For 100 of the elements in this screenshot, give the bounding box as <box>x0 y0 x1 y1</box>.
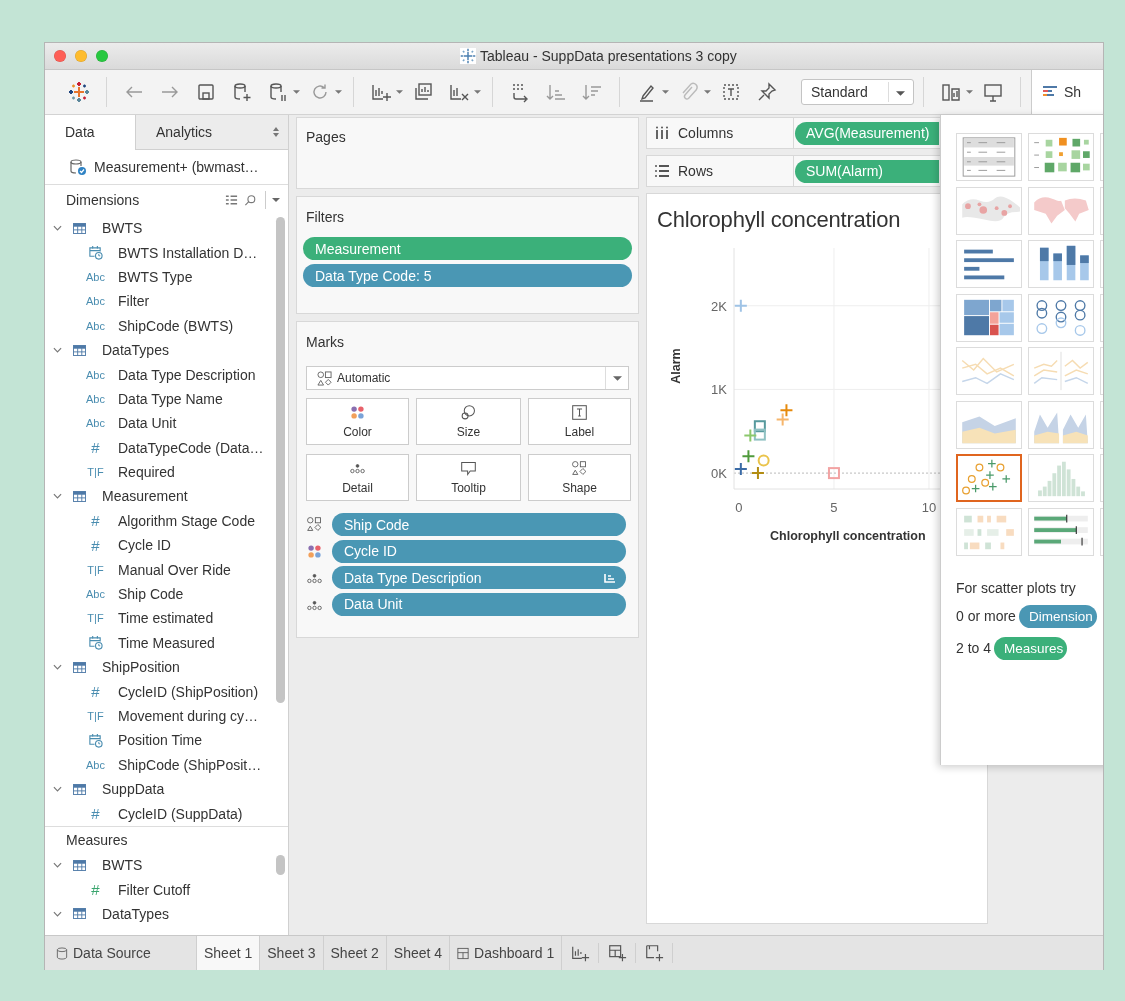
axis-title: Alarm <box>669 348 683 384</box>
dropdown-caret-icon[interactable] <box>335 89 342 95</box>
up-down-arrows-icon[interactable] <box>273 127 279 137</box>
dropdown-caret-icon[interactable] <box>272 197 280 203</box>
zoom-button[interactable] <box>96 50 108 62</box>
dropdown-caret-icon[interactable] <box>474 89 481 95</box>
axis-tick-label: 5 <box>830 500 838 515</box>
chart-type-thumbnail[interactable] <box>956 454 1022 502</box>
shelf-label: Rows <box>678 163 713 179</box>
field-name[interactable]: Position Time <box>118 732 203 749</box>
table-name[interactable]: BWTS <box>102 857 143 874</box>
show-me-tab[interactable]: Sh <box>1031 70 1103 114</box>
chevron-icon[interactable] <box>53 862 62 869</box>
calendar-clock-icon <box>88 245 103 261</box>
color-encoding-icon[interactable] <box>306 542 323 560</box>
field-name[interactable]: Data Type Name <box>118 390 223 407</box>
field-name[interactable]: Data Unit <box>118 415 177 432</box>
sheet-tab[interactable]: Sheet 1 <box>197 936 261 970</box>
caret-icon[interactable] <box>896 90 905 97</box>
table-name[interactable]: SuppData <box>102 781 165 798</box>
chevron-icon[interactable] <box>53 225 62 232</box>
bar-chart-icon[interactable] <box>1042 85 1058 99</box>
dropdown-caret-icon[interactable] <box>662 89 669 95</box>
data-source-name[interactable]: Measurement+ (bwmast… <box>94 159 259 175</box>
table-icon <box>73 661 86 673</box>
table-name[interactable]: ShipPosition <box>102 659 180 676</box>
field-name[interactable]: Time Measured <box>118 634 215 651</box>
sheet-tab[interactable]: Dashboard 1 <box>450 936 563 970</box>
detail-button[interactable]: Detail <box>306 454 409 501</box>
requirement-text: 2 to 4 <box>956 640 992 656</box>
list-view-icon[interactable] <box>225 194 238 206</box>
rows-icon <box>655 164 669 178</box>
field-name[interactable]: DataTypeCode (Data… <box>118 439 264 456</box>
field-name[interactable]: Filter <box>118 293 150 310</box>
field-name[interactable]: Cycle ID <box>118 537 171 554</box>
sheet-tab[interactable]: Sheet 3 <box>260 936 324 970</box>
scrollbar-thumb[interactable] <box>276 217 285 703</box>
field-name[interactable]: Algorithm Stage Code <box>118 512 255 529</box>
field-name[interactable]: ShipCode (BWTS) <box>118 317 234 334</box>
field-name[interactable]: CycleID (SuppData) <box>118 805 243 822</box>
sheet-tab[interactable]: Sheet 4 <box>386 936 451 970</box>
sort-icon[interactable] <box>604 572 616 583</box>
chevron-icon[interactable] <box>53 786 62 793</box>
chevron-icon[interactable] <box>53 910 62 917</box>
pane-tab[interactable]: Analytics <box>135 115 288 150</box>
pause-data-source-icon[interactable] <box>267 81 289 103</box>
close-button[interactable] <box>54 50 66 62</box>
dropdown-caret-icon[interactable] <box>293 89 300 95</box>
save-icon[interactable] <box>195 81 217 103</box>
size-button[interactable]: Size <box>416 398 521 445</box>
field-name[interactable]: Manual Over Ride <box>118 561 231 578</box>
field-name[interactable]: BWTS Installation D… <box>118 244 258 261</box>
table-icon <box>73 222 86 234</box>
data-type-glyph: Abc <box>86 319 105 332</box>
tableau-logo-icon[interactable] <box>68 81 90 103</box>
tooltip-button[interactable]: Tooltip <box>416 454 521 501</box>
table-name[interactable]: DataTypes <box>102 342 169 359</box>
field-name[interactable]: CycleID (ShipPosition) <box>118 683 259 700</box>
axis-tick-label: 2K <box>711 298 727 314</box>
table-name[interactable]: BWTS <box>102 220 143 237</box>
field-name[interactable]: Movement during cy… <box>118 708 259 724</box>
field-name[interactable]: Required <box>118 464 175 481</box>
label-button[interactable]: Label <box>528 398 631 445</box>
requirement-pill: Measures <box>994 636 1068 660</box>
scrollbar-thumb[interactable] <box>276 855 285 875</box>
duplicate-sheet-icon[interactable] <box>412 81 434 103</box>
new-data-source-icon[interactable] <box>231 81 253 103</box>
color-button[interactable]: Color <box>306 398 409 445</box>
data-type-glyph: # <box>91 683 100 701</box>
chevron-icon[interactable] <box>53 664 62 671</box>
data-type-glyph: T|F <box>87 612 104 625</box>
pin-icon[interactable] <box>756 81 778 103</box>
chevron-icon[interactable] <box>53 493 62 500</box>
search-icon[interactable] <box>244 194 257 206</box>
table-name[interactable]: DataTypes <box>102 905 169 922</box>
tableau-logo-icon <box>460 48 476 64</box>
field-name[interactable]: Ship Code <box>118 586 184 603</box>
mark-type-dropdown[interactable]: Automatic <box>306 366 629 390</box>
sheet-tab[interactable]: Sheet 2 <box>323 936 387 970</box>
field-name[interactable]: Time estimated <box>118 610 214 627</box>
shape-encoding-icon[interactable] <box>306 516 323 533</box>
data-type-glyph: T|F <box>87 466 104 479</box>
chevron-icon[interactable] <box>53 347 62 354</box>
text-box-icon[interactable] <box>720 81 742 103</box>
field-name[interactable]: Data Type Description <box>118 366 256 383</box>
shape-button[interactable]: Shape <box>528 454 631 501</box>
presentation-icon[interactable] <box>982 81 1004 103</box>
show-cards-icon[interactable] <box>940 81 962 103</box>
presentation-mode-dropdown[interactable]: Standard <box>801 79 914 105</box>
field-name[interactable]: ShipCode (ShipPosit… <box>118 756 262 773</box>
section-title: Measures <box>66 831 128 848</box>
dropdown-caret-icon[interactable] <box>396 89 403 95</box>
color-icon <box>349 404 366 421</box>
table-name[interactable]: Measurement <box>102 488 188 505</box>
caret-icon[interactable] <box>612 374 622 382</box>
field-name[interactable]: BWTS Type <box>118 268 193 285</box>
show-me-hint: For scatter plots try <box>956 579 1077 596</box>
field-name[interactable]: Filter Cutoff <box>118 881 191 898</box>
dropdown-caret-icon[interactable] <box>966 89 973 95</box>
dropdown-caret-icon[interactable] <box>704 89 711 95</box>
